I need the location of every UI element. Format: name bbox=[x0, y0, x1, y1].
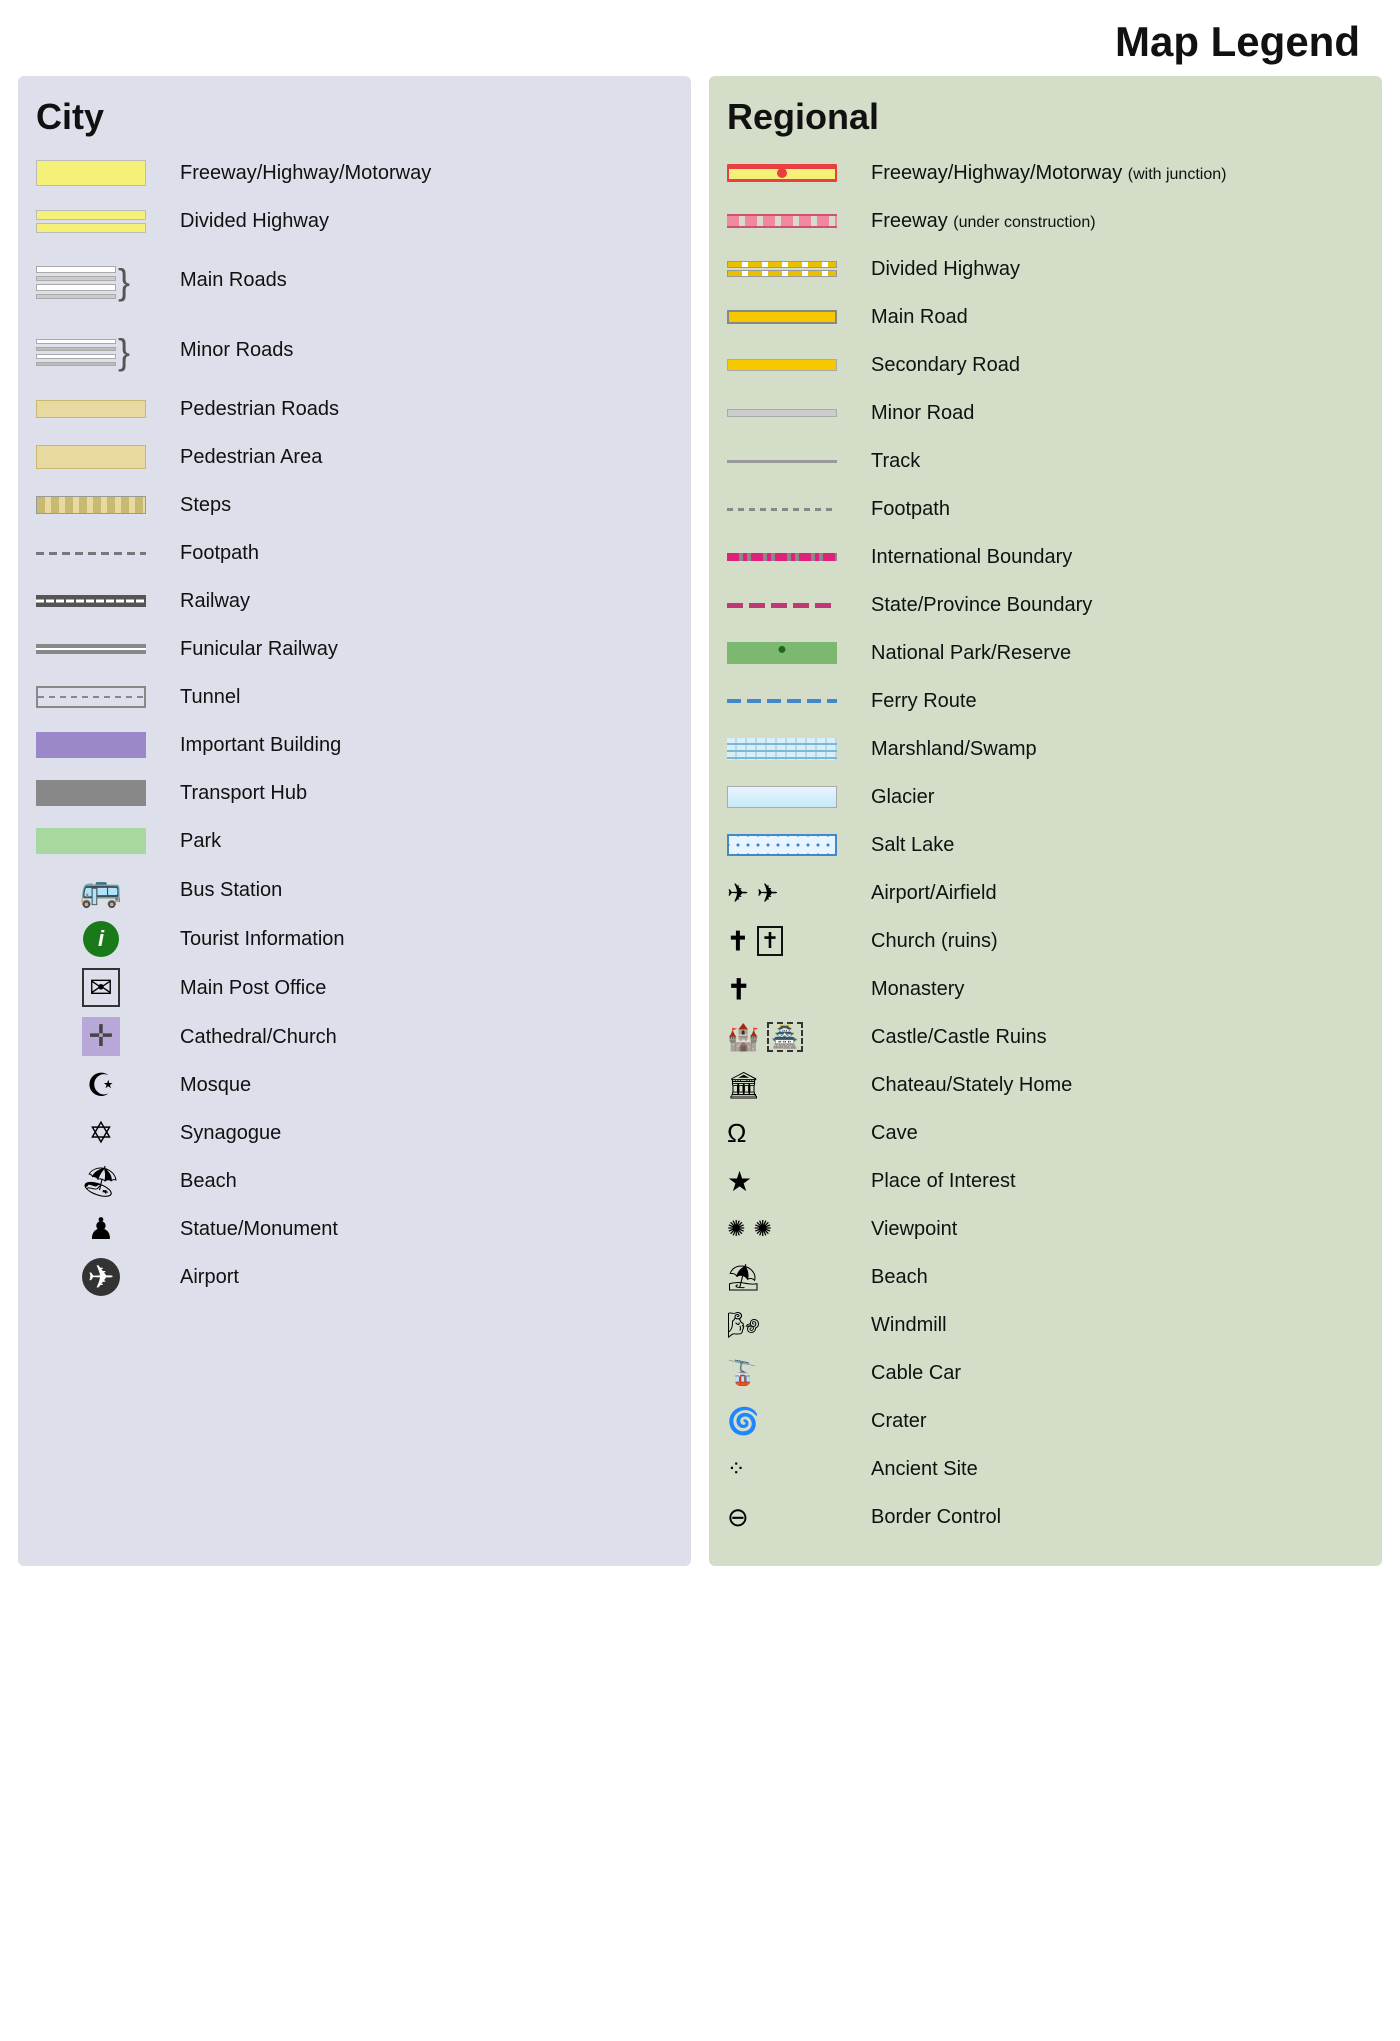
list-item: 🏰 🏯 Castle/Castle Ruins bbox=[727, 1018, 1364, 1056]
list-item: Secondary Road bbox=[727, 346, 1364, 384]
list-item: Railway bbox=[36, 582, 673, 620]
list-item: Pedestrian Area bbox=[36, 438, 673, 476]
list-item: 🌬 Windmill bbox=[727, 1306, 1364, 1344]
list-item: Steps bbox=[36, 486, 673, 524]
list-item: Pedestrian Roads bbox=[36, 390, 673, 428]
list-item: Tunnel bbox=[36, 678, 673, 716]
list-item: 🌀 Crater bbox=[727, 1402, 1364, 1440]
list-item: Footpath bbox=[36, 534, 673, 572]
list-item: Park bbox=[36, 822, 673, 860]
list-item: i Tourist Information bbox=[36, 920, 673, 958]
list-item: } Main Roads bbox=[36, 250, 673, 310]
list-item: ✡ Synagogue bbox=[36, 1114, 673, 1152]
list-item: ☪ Mosque bbox=[36, 1066, 673, 1104]
list-item: Footpath bbox=[727, 490, 1364, 528]
list-item: ★ Place of Interest bbox=[727, 1162, 1364, 1200]
list-item: Divided Highway bbox=[727, 250, 1364, 288]
list-item: ⁘ Ancient Site bbox=[727, 1450, 1364, 1488]
list-item: Minor Road bbox=[727, 394, 1364, 432]
list-item: Divided Highway bbox=[36, 202, 673, 240]
list-item: ♟ Statue/Monument bbox=[36, 1210, 673, 1248]
list-item: ✈ Airport bbox=[36, 1258, 673, 1296]
list-item: ✝ Monastery bbox=[727, 970, 1364, 1008]
list-item: 🏛 Chateau/Stately Home bbox=[727, 1066, 1364, 1104]
list-item: ✛ Cathedral/Church bbox=[36, 1017, 673, 1056]
list-item: Funicular Railway bbox=[36, 630, 673, 668]
regional-heading: Regional bbox=[727, 96, 1364, 138]
list-item: International Boundary bbox=[727, 538, 1364, 576]
list-item: 🏖 Beach bbox=[36, 1162, 673, 1200]
list-item: Freeway/Highway/Motorway (with junction) bbox=[727, 154, 1364, 192]
list-item: State/Province Boundary bbox=[727, 586, 1364, 624]
list-item: Transport Hub bbox=[36, 774, 673, 812]
list-item: Glacier bbox=[727, 778, 1364, 816]
list-item: Salt Lake bbox=[727, 826, 1364, 864]
list-item: Ferry Route bbox=[727, 682, 1364, 720]
list-item: Marshland/Swamp bbox=[727, 730, 1364, 768]
city-heading: City bbox=[36, 96, 673, 138]
list-item: ● National Park/Reserve bbox=[727, 634, 1364, 672]
list-item: ⊖ Border Control bbox=[727, 1498, 1364, 1536]
list-item: ✝ ✝ Church (ruins) bbox=[727, 922, 1364, 960]
city-column: City Freeway/Highway/Motorway Divided Hi… bbox=[18, 76, 691, 1566]
list-item: Main Road bbox=[727, 298, 1364, 336]
page-title: Map Legend bbox=[0, 0, 1400, 76]
list-item: Freeway (under construction) bbox=[727, 202, 1364, 240]
list-item: Freeway/Highway/Motorway bbox=[36, 154, 673, 192]
regional-column: Regional Freeway/Highway/Motorway (with … bbox=[709, 76, 1382, 1566]
list-item: ✺ ✺ Viewpoint bbox=[727, 1210, 1364, 1248]
list-item: 🚌 Bus Station bbox=[36, 870, 673, 910]
list-item: Track bbox=[727, 442, 1364, 480]
list-item: ⛱ Beach bbox=[727, 1258, 1364, 1296]
list-item: ✈ ✈ Airport/Airfield bbox=[727, 874, 1364, 912]
list-item: 🚡 Cable Car bbox=[727, 1354, 1364, 1392]
list-item: ✉ Main Post Office bbox=[36, 968, 673, 1007]
list-item: Important Building bbox=[36, 726, 673, 764]
list-item: Ω Cave bbox=[727, 1114, 1364, 1152]
list-item: } Minor Roads bbox=[36, 320, 673, 380]
